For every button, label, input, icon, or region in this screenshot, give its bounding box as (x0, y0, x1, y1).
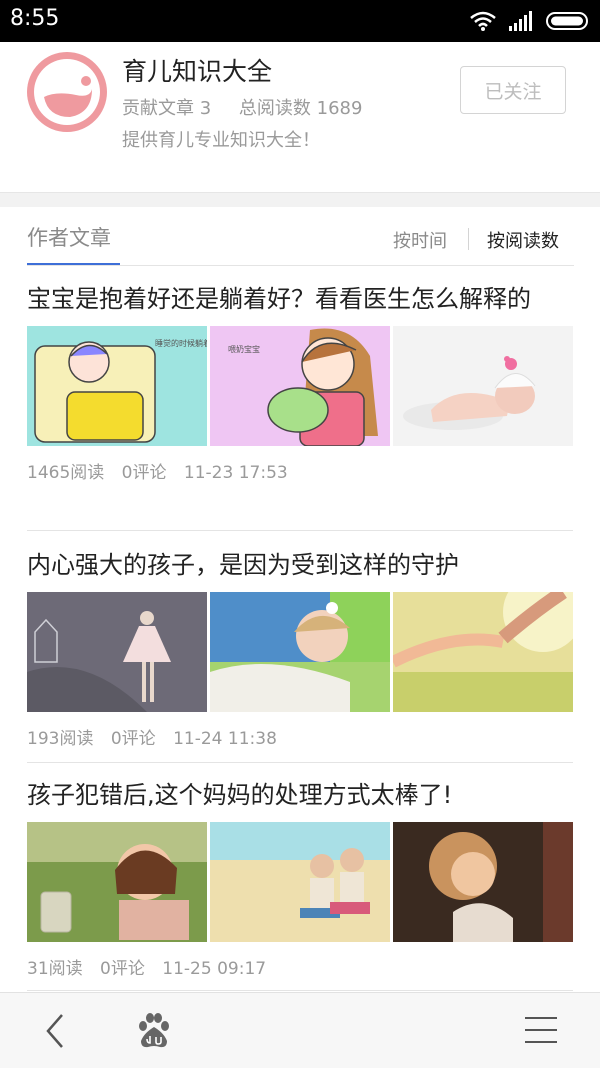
article-title[interactable]: 孩子犯错后,这个妈妈的处理方式太棒了! (27, 778, 573, 812)
article-item[interactable]: 内心强大的孩子，是因为受到这样的守护 193阅读 0评论 11-24 11:38 (27, 548, 573, 749)
bottom-nav (0, 992, 600, 1068)
read-count: 193阅读 (27, 729, 94, 749)
article-image[interactable]: 喂奶宝宝 (210, 326, 390, 446)
article-image[interactable] (210, 822, 390, 942)
baidu-paw-icon[interactable] (134, 1011, 174, 1051)
divider (27, 762, 573, 763)
author-description: 提供育儿专业知识大全！ (122, 130, 320, 151)
comment-count: 0评论 (110, 729, 156, 749)
article-item[interactable]: 宝宝是抱着好还是躺着好？看看医生怎么解释的 睡觉的时候躺着好 喂奶宝宝 (27, 282, 573, 483)
article-image[interactable] (393, 326, 573, 446)
author-avatar[interactable] (26, 51, 108, 133)
wifi-icon (470, 11, 496, 31)
article-title[interactable]: 内心强大的孩子，是因为受到这样的守护 (27, 548, 573, 582)
follow-button[interactable]: 已关注 (460, 66, 566, 114)
tab-author-articles[interactable]: 作者文章 (27, 222, 111, 252)
article-thumbnails (27, 592, 573, 712)
comment-count: 0评论 (100, 959, 145, 979)
sort-by-time[interactable]: 按时间 (393, 227, 447, 253)
comment-count: 0评论 (121, 463, 167, 483)
menu-icon[interactable] (524, 1015, 558, 1045)
total-reads: 总阅读数 1689 (238, 98, 363, 119)
publish-time: 11-25 09:17 (162, 959, 267, 979)
author-header: 育儿知识大全 贡献文章 3 总阅读数 1689 提供育儿专业知识大全！ 已关注 (0, 42, 600, 192)
article-thumbnails (27, 822, 573, 942)
divider (27, 265, 574, 266)
status-time: 8:55 (10, 6, 60, 31)
read-count: 1465阅读 (27, 463, 105, 483)
status-bar: 8:55 (0, 0, 600, 42)
articles-count: 贡献文章 3 (122, 98, 212, 119)
article-thumbnails: 睡觉的时候躺着好 喂奶宝宝 (27, 326, 573, 446)
publish-time: 11-24 11:38 (173, 729, 277, 749)
article-image[interactable] (393, 592, 573, 712)
sort-by-reads[interactable]: 按阅读数 (487, 227, 559, 253)
article-image[interactable] (27, 822, 207, 942)
thumbnail-caption: 睡觉的时候躺着好 (155, 338, 207, 348)
divider (468, 228, 469, 250)
status-icons (470, 9, 590, 33)
read-count: 31阅读 (27, 959, 83, 979)
article-item[interactable]: 孩子犯错后,这个妈妈的处理方式太棒了! 31阅读 0评论 11-25 09:17 (27, 778, 573, 979)
publish-time: 11-23 17:53 (183, 463, 288, 483)
article-meta: 193阅读 0评论 11-24 11:38 (27, 724, 573, 749)
article-meta: 1465阅读 0评论 11-23 17:53 (27, 458, 573, 483)
article-image[interactable] (210, 592, 390, 712)
back-icon[interactable] (40, 1011, 70, 1051)
article-image[interactable] (393, 822, 573, 942)
author-stats: 贡献文章 3 总阅读数 1689 (122, 94, 384, 120)
article-tabs: 作者文章 按时间 按阅读数 (0, 206, 600, 266)
article-meta: 31阅读 0评论 11-25 09:17 (27, 954, 573, 979)
author-name: 育儿知识大全 (122, 57, 273, 86)
article-image[interactable]: 睡觉的时候躺着好 (27, 326, 207, 446)
article-title[interactable]: 宝宝是抱着好还是躺着好？看看医生怎么解释的 (27, 282, 573, 316)
divider (27, 530, 573, 531)
battery-icon (546, 12, 588, 30)
divider (27, 990, 573, 991)
section-separator (0, 192, 600, 207)
signal-icon (509, 11, 532, 31)
thumbnail-caption: 喂奶宝宝 (228, 344, 260, 354)
article-image[interactable] (27, 592, 207, 712)
